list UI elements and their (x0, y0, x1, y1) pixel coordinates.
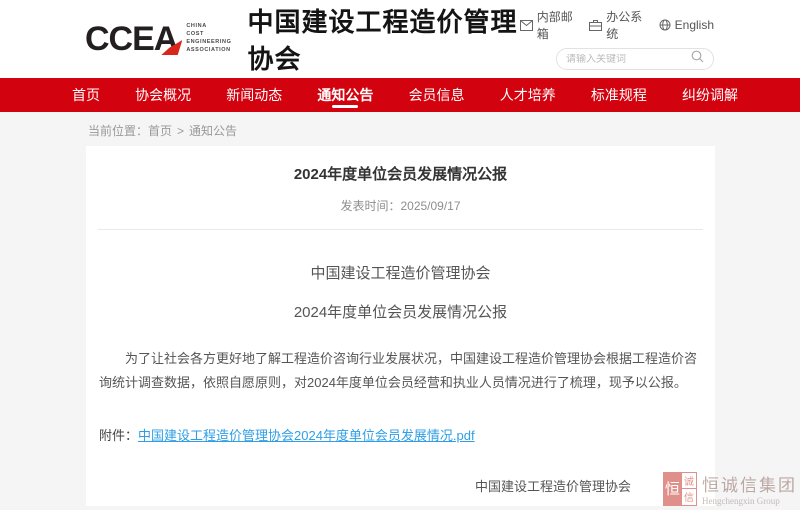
doc-heading-org: 中国建设工程造价管理协会 (86, 262, 715, 283)
wm-char: 诚 (682, 472, 697, 489)
nav-item-training[interactable]: 人才培养 (500, 78, 556, 112)
org-name: 中国建设工程造价管理协会 (247, 2, 519, 76)
logo-subtitle: CHINA COST ENGINEERING ASSOCIATION (186, 23, 231, 55)
mail-icon (520, 20, 533, 31)
article-head: 2024年度单位会员发展情况公报 发表时间：2025/09/17 (86, 146, 715, 214)
article-title: 2024年度单位会员发展情况公报 (86, 163, 715, 184)
quick-link-label: 内部邮箱 (537, 8, 573, 42)
nav-item-home[interactable]: 首页 (72, 78, 100, 112)
main-nav: 首页 协会概况 新闻动态 通知公告 会员信息 人才培养 标准规程 纠纷调解 (0, 78, 800, 112)
ccea-logo: CCEA (85, 22, 177, 56)
article-card: 2024年度单位会员发展情况公报 发表时间：2025/09/17 中国建设工程造… (86, 146, 715, 506)
doc-paragraph: 为了让社会各方更好地了解工程造价咨询行业发展状况，中国建设工程造价管理协会根据工… (99, 347, 702, 395)
wm-char: 恒 (663, 472, 682, 506)
breadcrumb-home-link[interactable]: 首页 (148, 124, 172, 138)
brand-logo[interactable]: CCEA CHINA COST ENGINEERING ASSOCIATION … (85, 2, 520, 76)
watermark: 恒 诚 信 恒诚信集团 Hengchengxin Group (663, 471, 797, 506)
publish-date: 2025/09/17 (400, 199, 460, 213)
doc-heading-title: 2024年度单位会员发展情况公报 (86, 301, 715, 322)
search-box (556, 48, 714, 70)
publish-label: 发表时间： (340, 199, 400, 213)
search-icon[interactable] (691, 50, 704, 68)
search-input[interactable] (566, 54, 691, 65)
logo-sub-line: COST (186, 31, 231, 39)
internal-mail-link[interactable]: 内部邮箱 (520, 8, 573, 42)
site-header: CCEA CHINA COST ENGINEERING ASSOCIATION … (0, 0, 800, 78)
nav-item-members[interactable]: 会员信息 (409, 78, 465, 112)
title-divider (98, 229, 703, 230)
logo-text: CCEA (85, 22, 177, 56)
globe-icon (659, 19, 671, 31)
english-link[interactable]: English (659, 18, 714, 32)
signature-org: 中国建设工程造价管理协会 (443, 476, 663, 495)
nav-item-mediation[interactable]: 纠纷调解 (682, 78, 738, 112)
breadcrumb-current-link[interactable]: 通知公告 (189, 124, 237, 138)
nav-item-about[interactable]: 协会概况 (135, 78, 191, 112)
watermark-text: 恒诚信集团 Hengchengxin Group (702, 471, 797, 506)
nav-item-notices[interactable]: 通知公告 (317, 78, 373, 112)
quick-link-label: 办公系统 (606, 8, 642, 42)
attachment-label: 附件： (99, 428, 138, 443)
attachment-row: 附件：中国建设工程造价管理协会2024年度单位会员发展情况.pdf (99, 425, 702, 444)
attachment-pdf-link[interactable]: 中国建设工程造价管理协会2024年度单位会员发展情况.pdf (138, 428, 475, 443)
watermark-en: Hengchengxin Group (702, 496, 797, 506)
hengchengxin-logo-icon: 恒 诚 信 (663, 472, 697, 506)
logo-sub-line: CHINA (186, 23, 231, 31)
office-icon (589, 20, 602, 31)
nav-item-standards[interactable]: 标准规程 (591, 78, 647, 112)
signature-block: 中国建设工程造价管理协会 2025年9月17日 (443, 476, 663, 510)
breadcrumb-prefix: 当前位置： (88, 124, 148, 138)
watermark-cn: 恒诚信集团 (702, 471, 797, 496)
office-system-link[interactable]: 办公系统 (589, 8, 642, 42)
quick-link-label: English (675, 18, 714, 32)
breadcrumb-separator: > (177, 124, 184, 138)
header-right: 内部邮箱 办公系统 English (520, 8, 714, 70)
wm-char: 信 (682, 489, 697, 506)
nav-item-news[interactable]: 新闻动态 (226, 78, 282, 112)
logo-sub-line: ASSOCIATION (186, 47, 231, 55)
quick-links: 内部邮箱 办公系统 English (520, 8, 714, 42)
logo-sub-line: ENGINEERING (186, 39, 231, 47)
breadcrumb: 当前位置：首页 > 通知公告 (88, 122, 800, 139)
publish-time: 发表时间：2025/09/17 (86, 197, 715, 214)
